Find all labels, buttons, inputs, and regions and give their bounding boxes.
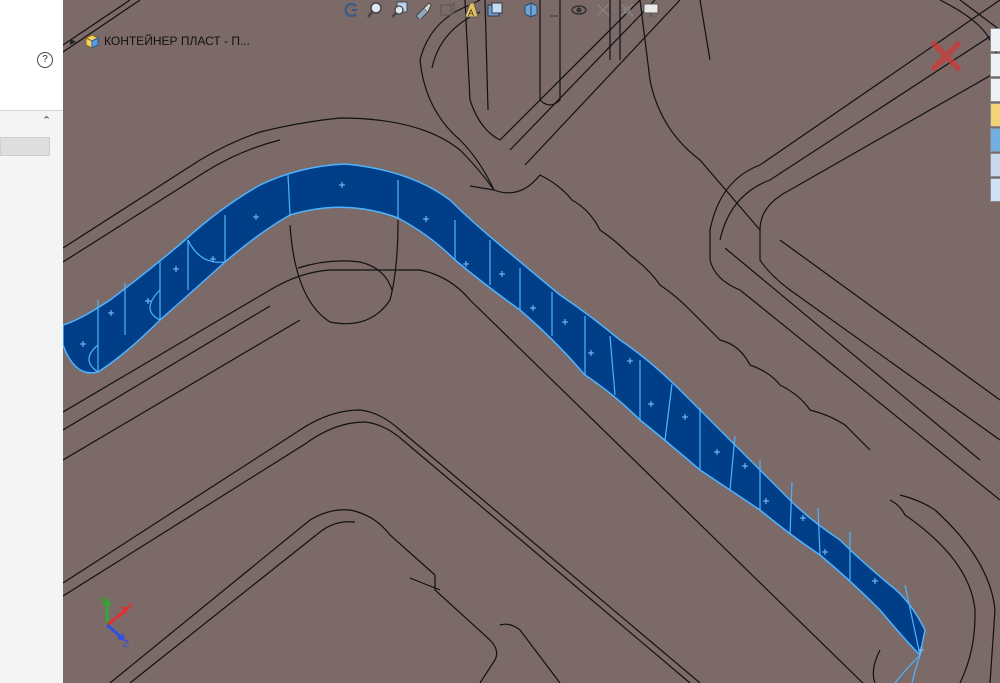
monitor-icon[interactable] bbox=[641, 0, 661, 20]
section-view-icon[interactable] bbox=[413, 0, 433, 20]
help-icon[interactable]: ? bbox=[37, 52, 53, 68]
reference-triad: Y X Z bbox=[99, 596, 134, 650]
zoom-to-fit-icon[interactable] bbox=[365, 0, 385, 20]
triad-y-label: Y bbox=[99, 596, 106, 607]
panel-header-row bbox=[0, 0, 63, 43]
expand-arrow-icon[interactable]: ▶ bbox=[70, 37, 80, 46]
panel-message-row bbox=[0, 42, 63, 111]
feature-tree-part-node[interactable]: ▶ КОНТЕЙНЕР ПЛАСТ - П... bbox=[70, 32, 250, 50]
selected-face-strip bbox=[63, 163, 926, 683]
appearances-icon[interactable] bbox=[990, 128, 1000, 152]
file-explorer-icon[interactable] bbox=[990, 103, 1000, 127]
part-name-label: КОНТЕЙНЕР ПЛАСТ - П... bbox=[104, 34, 250, 48]
custom-properties-icon[interactable] bbox=[990, 153, 1000, 177]
selection-list-field[interactable] bbox=[0, 137, 50, 156]
display-pane-icon[interactable] bbox=[593, 0, 613, 20]
forum-icon[interactable] bbox=[990, 178, 1000, 202]
design-library-icon[interactable] bbox=[990, 78, 1000, 102]
triad-x-label: X bbox=[127, 601, 134, 612]
view-settings-icon[interactable] bbox=[569, 0, 589, 20]
svg-text:A: A bbox=[468, 8, 474, 18]
edit-appearance-icon[interactable] bbox=[521, 0, 541, 20]
display-style-icon[interactable]: A bbox=[461, 0, 481, 20]
apply-scene-icon[interactable] bbox=[545, 0, 565, 20]
resources-icon[interactable] bbox=[990, 53, 1000, 77]
home-icon[interactable] bbox=[990, 28, 1000, 52]
heads-up-view-toolbar: A bbox=[341, 0, 661, 24]
cancel-icon[interactable] bbox=[930, 40, 962, 72]
model-geometry[interactable] bbox=[63, 0, 1000, 683]
zoom-to-area-icon[interactable] bbox=[389, 0, 409, 20]
task-pane-tabs bbox=[990, 28, 1000, 203]
previous-view-icon[interactable] bbox=[341, 0, 361, 20]
view-orientation-icon[interactable] bbox=[437, 0, 457, 20]
chevron-up-icon[interactable]: ⌃ bbox=[42, 114, 51, 127]
part-icon bbox=[85, 34, 99, 49]
hide-show-items-icon[interactable] bbox=[485, 0, 505, 20]
rendering-icon[interactable] bbox=[617, 0, 637, 20]
triad-z-label: Z bbox=[123, 639, 129, 650]
graphics-viewport[interactable] bbox=[63, 0, 1000, 683]
property-manager-panel: ? ⌃ bbox=[0, 0, 64, 683]
